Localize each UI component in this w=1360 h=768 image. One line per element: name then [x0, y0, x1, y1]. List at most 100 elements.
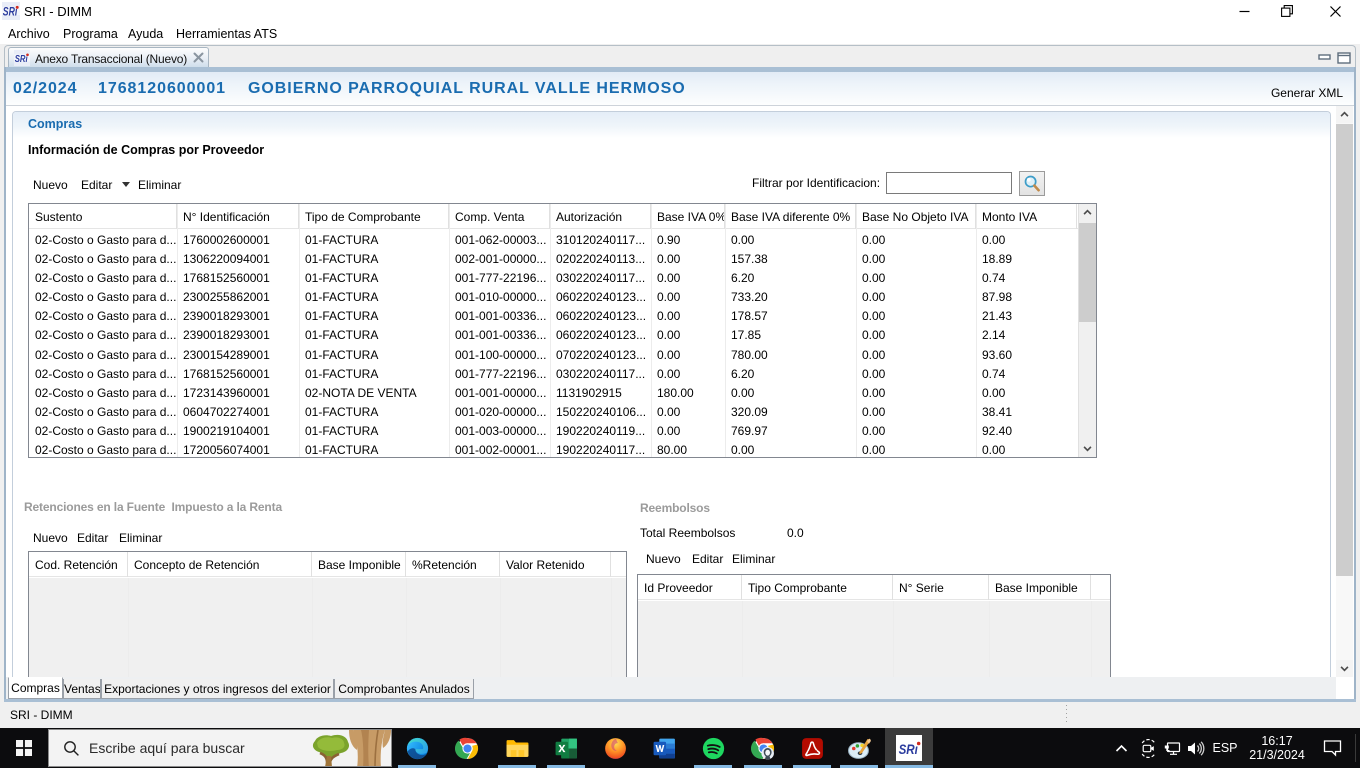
- tray-chevron-up-icon[interactable]: [1109, 728, 1133, 768]
- col-n-serie[interactable]: N° Serie: [893, 575, 989, 600]
- tray-meet-now-icon[interactable]: [1136, 728, 1160, 768]
- col-tipo-comprobante[interactable]: Tipo de Comprobante: [299, 204, 449, 229]
- taskbar-firefox[interactable]: [591, 728, 639, 768]
- scroll-thumb[interactable]: [1079, 223, 1096, 322]
- tab-compras[interactable]: Compras: [8, 677, 63, 699]
- tab-ventas[interactable]: Ventas: [63, 679, 101, 699]
- tab-anexo-transaccional[interactable]: Anexo Transaccional (Nuevo): [8, 47, 209, 67]
- reembolsos-eliminar-button[interactable]: Eliminar: [732, 552, 775, 566]
- scroll-down-icon[interactable]: [1079, 440, 1096, 457]
- compras-nuevo-button[interactable]: Nuevo: [33, 178, 68, 192]
- col-id-proveedor[interactable]: Id Proveedor: [638, 575, 742, 600]
- compras-editar-button[interactable]: Editar: [81, 178, 112, 192]
- reembolsos-editar-button[interactable]: Editar: [692, 552, 723, 566]
- cell-monto-iva: 0.00: [982, 385, 1006, 400]
- col-base-imponible[interactable]: Base Imponible: [312, 552, 406, 577]
- tab-exportaciones[interactable]: Exportaciones y otros ingresos del exter…: [101, 679, 334, 699]
- col-pct-retencion[interactable]: %Retención: [406, 552, 500, 577]
- tray-clock[interactable]: 16:17 21/3/2024: [1243, 728, 1311, 768]
- retenciones-nuevo-button[interactable]: Nuevo: [33, 531, 68, 545]
- cell-identificacion: 2300255862001: [183, 290, 270, 305]
- col-base-imponible-reem[interactable]: Base Imponible: [989, 575, 1091, 600]
- cell-monto-iva: 92.40: [982, 423, 1013, 438]
- col-base-iva-dif[interactable]: Base IVA diferente 0%: [725, 204, 856, 229]
- taskbar: Escribe aquí para buscar SRı ESP 16:17 2…: [0, 728, 1360, 768]
- view-scroll-down-icon[interactable]: [1336, 660, 1353, 677]
- column-separator: [312, 578, 313, 677]
- scroll-up-icon[interactable]: [1079, 204, 1096, 221]
- magnifier-icon: [1024, 175, 1040, 192]
- generar-xml-link[interactable]: Generar XML: [1271, 86, 1343, 100]
- menu-archivo[interactable]: Archivo: [8, 27, 50, 41]
- view-maximize-icon[interactable]: [1337, 51, 1351, 64]
- col-identificacion[interactable]: N° Identificación: [177, 204, 299, 229]
- table-row[interactable]: 02-Costo o Gasto para d... 1900219104001 …: [29, 421, 1096, 440]
- view-minimize-icon[interactable]: [1318, 51, 1332, 63]
- col-tipo-comprobante-reem[interactable]: Tipo Comprobante: [742, 575, 893, 600]
- table-row[interactable]: 02-Costo o Gasto para d... 2390018293001 …: [29, 306, 1096, 325]
- col-autorizacion[interactable]: Autorización: [550, 204, 651, 229]
- tray-network-icon[interactable]: [1160, 728, 1184, 768]
- table-row[interactable]: 02-Costo o Gasto para d... 2390018293001 …: [29, 325, 1096, 344]
- editar-dropdown-icon[interactable]: [122, 182, 130, 187]
- view-scroll-thumb[interactable]: [1336, 124, 1353, 576]
- restore-icon[interactable]: [1272, 0, 1302, 22]
- excel-icon: [555, 738, 577, 758]
- cell-base-iva-0: 0.00: [657, 347, 681, 362]
- taskbar-acrobat[interactable]: [788, 728, 836, 768]
- taskbar-sri-dimm[interactable]: SRı: [885, 728, 933, 768]
- menu-herramientas-ats[interactable]: Herramientas ATS: [176, 27, 277, 41]
- col-sustento[interactable]: Sustento: [29, 204, 177, 229]
- col-monto-iva[interactable]: Monto IVA: [976, 204, 1077, 229]
- table-row[interactable]: 02-Costo o Gasto para d... 1723143960001 …: [29, 383, 1096, 402]
- retenciones-editar-button[interactable]: Editar: [77, 531, 108, 545]
- table-row[interactable]: 02-Costo o Gasto para d... 2300255862001 …: [29, 287, 1096, 306]
- cell-sustento: 02-Costo o Gasto para d...: [35, 366, 177, 381]
- table-row[interactable]: 02-Costo o Gasto para d... 1768152560001 …: [29, 268, 1096, 287]
- tray-language[interactable]: ESP: [1209, 728, 1241, 768]
- col-valor-retenido[interactable]: Valor Retenido: [500, 552, 611, 577]
- tab-close-icon[interactable]: [192, 51, 206, 65]
- tree-illustration[interactable]: [305, 730, 391, 766]
- taskbar-chrome-profile[interactable]: [739, 728, 787, 768]
- minimize-icon[interactable]: [1229, 0, 1259, 22]
- view-scroll-up-icon[interactable]: [1336, 106, 1353, 123]
- reembolsos-table-header: Id Proveedor Tipo Comprobante N° Serie B…: [638, 575, 1110, 600]
- taskbar-word[interactable]: [640, 728, 688, 768]
- taskbar-search[interactable]: Escribe aquí para buscar: [48, 729, 392, 767]
- retenciones-eliminar-button[interactable]: Eliminar: [119, 531, 162, 545]
- col-concepto-retencion[interactable]: Concepto de Retención: [128, 552, 312, 577]
- taskbar-chrome[interactable]: [443, 728, 491, 768]
- taskbar-spotify[interactable]: [689, 728, 737, 768]
- close-icon[interactable]: [1320, 0, 1350, 22]
- view-scrollbar[interactable]: [1336, 106, 1353, 677]
- taskbar-file-explorer[interactable]: [493, 728, 541, 768]
- filter-search-button[interactable]: [1019, 171, 1045, 196]
- table-row[interactable]: 02-Costo o Gasto para d... 1720056074001 …: [29, 440, 1096, 459]
- filter-input[interactable]: [886, 172, 1012, 194]
- col-comp-venta[interactable]: Comp. Venta: [449, 204, 550, 229]
- tray-notification-icon[interactable]: [1311, 728, 1353, 768]
- header-period: 02/2024: [13, 80, 78, 97]
- compras-eliminar-button[interactable]: Eliminar: [138, 178, 181, 192]
- col-base-iva-0[interactable]: Base IVA 0%: [651, 204, 725, 229]
- menu-programa[interactable]: Programa: [63, 27, 118, 41]
- col-base-no-objeto[interactable]: Base No Objeto IVA: [856, 204, 976, 229]
- menu-ayuda[interactable]: Ayuda: [128, 27, 163, 41]
- taskbar-excel[interactable]: [542, 728, 590, 768]
- tab-comprobantes-anulados[interactable]: Comprobantes Anulados: [334, 679, 474, 699]
- col-cod-retencion[interactable]: Cod. Retención: [29, 552, 128, 577]
- table-row[interactable]: 02-Costo o Gasto para d... 2300154289001 …: [29, 345, 1096, 364]
- table-row[interactable]: 02-Costo o Gasto para d... 0604702274001 …: [29, 402, 1096, 421]
- start-button[interactable]: [0, 728, 48, 768]
- reembolsos-nuevo-button[interactable]: Nuevo: [646, 552, 681, 566]
- table-scrollbar[interactable]: [1078, 204, 1096, 457]
- tray-volume-icon[interactable]: [1184, 728, 1208, 768]
- taskbar-edge[interactable]: [393, 728, 441, 768]
- show-desktop-separator[interactable]: [1355, 734, 1356, 762]
- small-tree: [312, 734, 350, 766]
- table-row[interactable]: 02-Costo o Gasto para d... 1760002600001 …: [29, 230, 1096, 249]
- taskbar-paint[interactable]: [835, 728, 883, 768]
- table-row[interactable]: 02-Costo o Gasto para d... 1768152560001 …: [29, 364, 1096, 383]
- table-row[interactable]: 02-Costo o Gasto para d... 1306220094001 …: [29, 249, 1096, 268]
